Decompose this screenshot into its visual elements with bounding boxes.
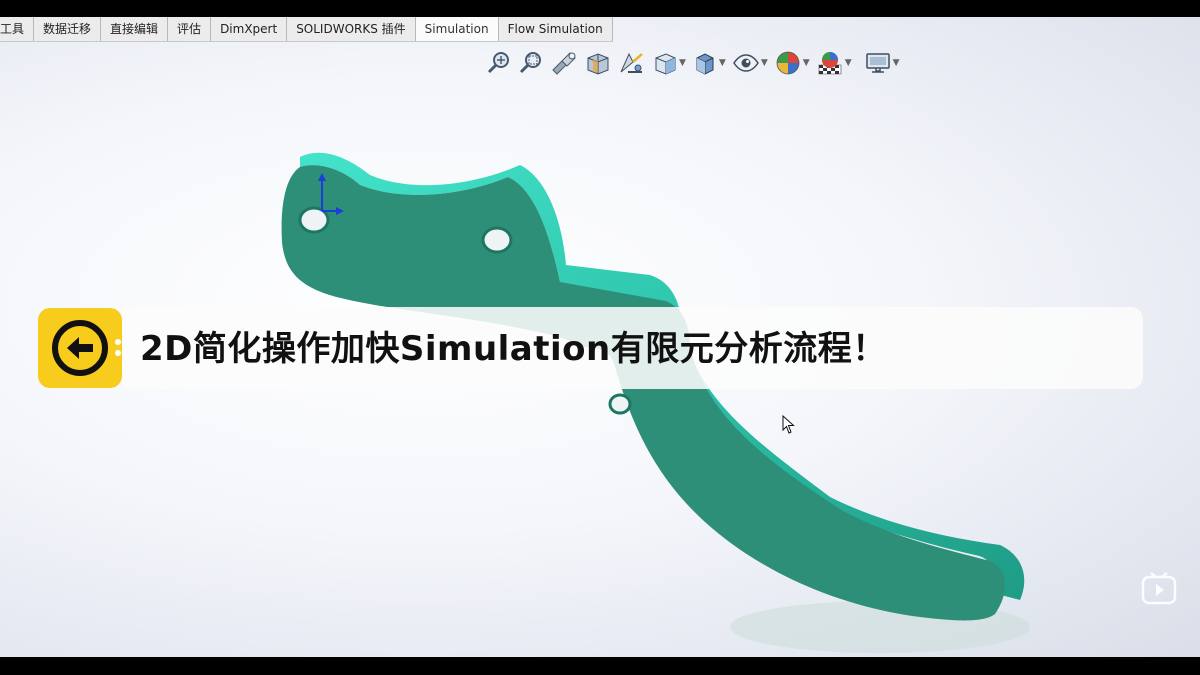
banner-title: 2D简化操作加快Simulation有限元分析流程！: [140, 329, 887, 369]
video-play-watermark: [1141, 571, 1177, 609]
model-top-face: [281, 165, 1006, 621]
back-arrow-icon: [52, 320, 108, 376]
badge-notch: [115, 339, 121, 356]
mounting-hole-3: [608, 393, 632, 415]
video-play-icon: [1141, 572, 1177, 605]
mouse-cursor-icon: [782, 414, 796, 439]
mounting-hole-2: [481, 226, 513, 254]
back-badge[interactable]: [38, 308, 122, 388]
